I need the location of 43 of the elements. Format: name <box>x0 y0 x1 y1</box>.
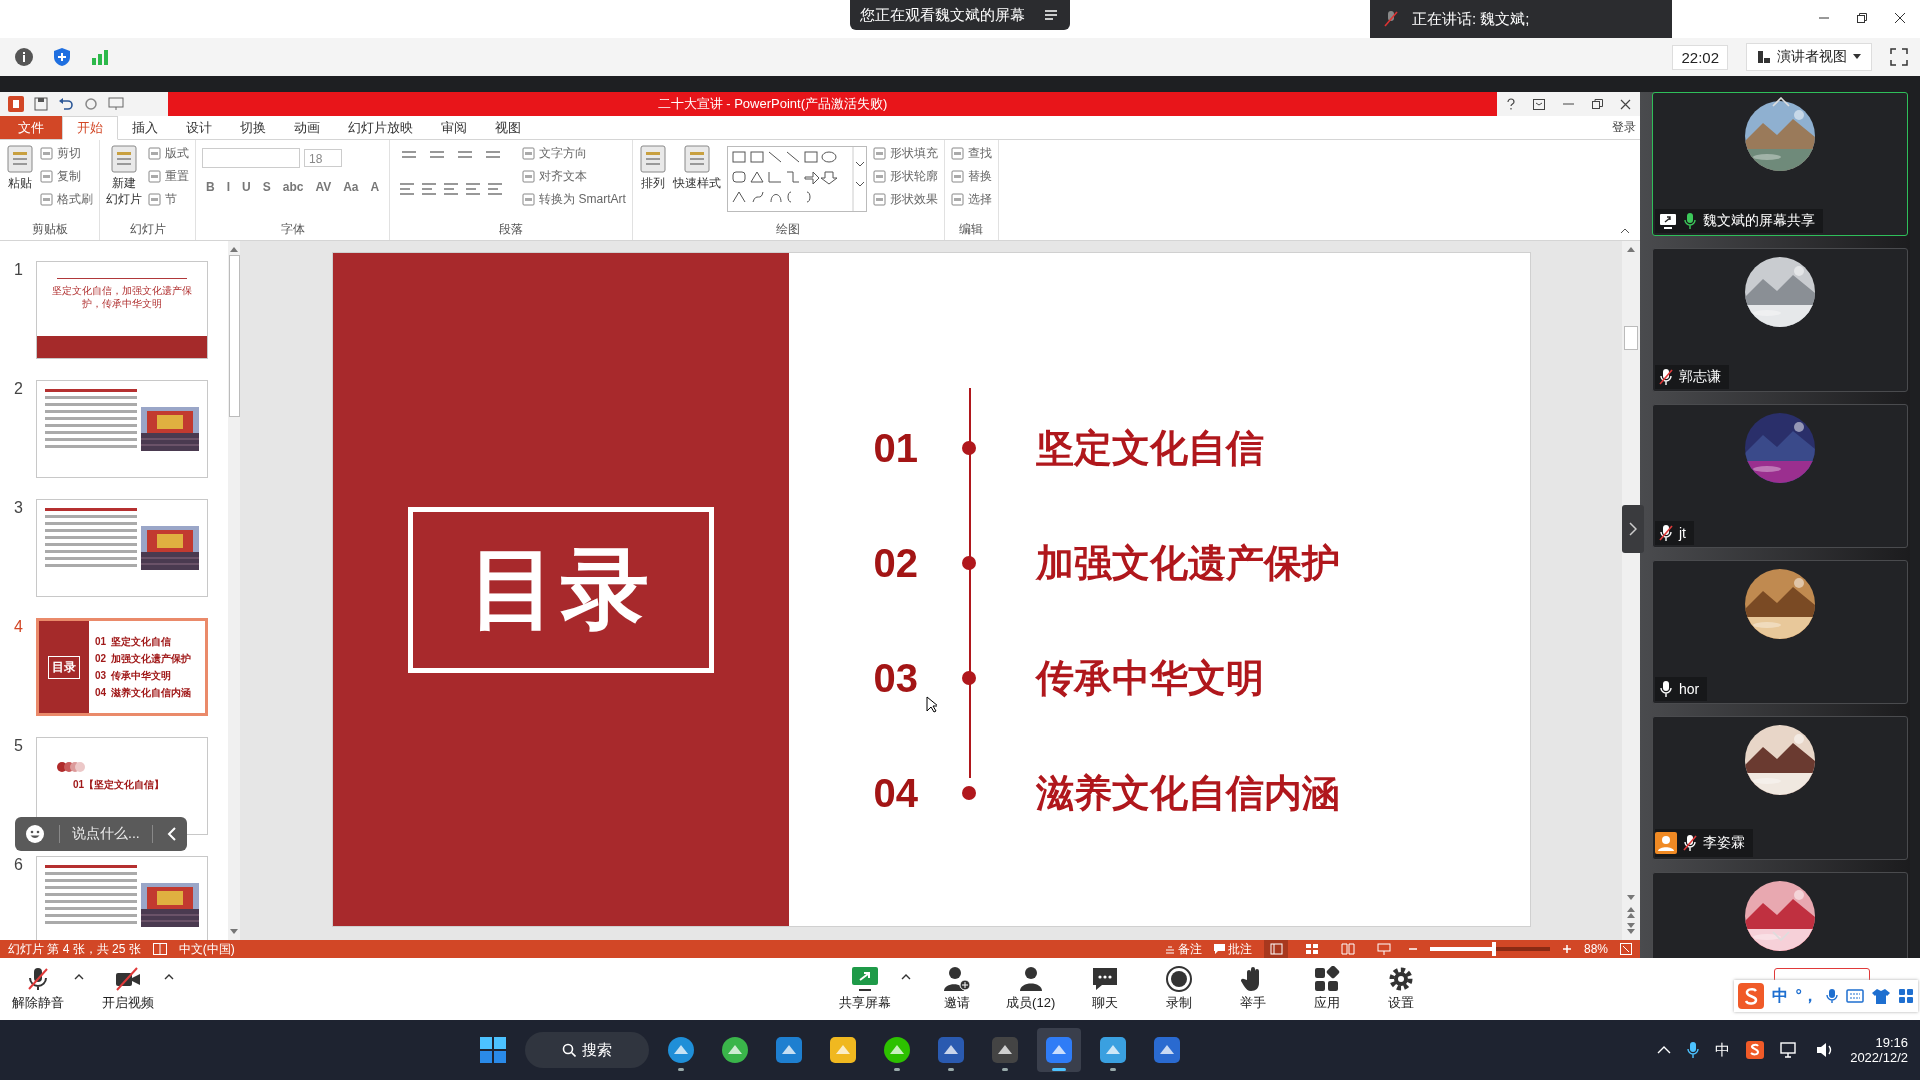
group-label: 段落 <box>498 221 524 238</box>
meeting-timer: 22:02 <box>1672 44 1728 70</box>
participant-name: 魏文斌的屏幕共享 <box>1703 212 1815 230</box>
thumbnail-number: 01 <box>95 636 107 647</box>
participant-name: jt <box>1679 525 1686 541</box>
slide-number: 1 <box>14 261 24 280</box>
agenda-item: 加强文化遗产保护 <box>1035 540 1340 586</box>
slide-number: 6 <box>14 856 24 875</box>
agenda-item: 滋养文化自信内涵 <box>1035 770 1340 816</box>
agenda-item: 传承中华文明 <box>1035 655 1264 701</box>
speaking-text: 正在讲话: 魏文斌; <box>1412 9 1530 29</box>
participant-name: 李姿霖 <box>1703 834 1745 852</box>
thumbnail-heading: 目录 <box>48 655 80 679</box>
slide-number: 3 <box>14 499 24 518</box>
slide-number: 2 <box>14 380 24 399</box>
thumbnail-number: 02 <box>95 653 107 664</box>
slide-heading: 目录 <box>468 538 653 640</box>
item-number: 02 <box>873 540 919 586</box>
participant-name: hor <box>1679 681 1700 697</box>
thumbnail-item: 滋养文化自信内涵 <box>111 687 192 698</box>
thumbnail-number: 03 <box>95 670 107 681</box>
item-number: 01 <box>873 425 919 471</box>
thumbnail-item: 加强文化遗产保护 <box>111 653 192 664</box>
group-label: 幻灯片 <box>128 221 167 238</box>
thumbnail-item: 传承中华文明 <box>111 670 172 681</box>
item-number: 03 <box>873 655 919 701</box>
thumbnail-title: 01【坚定文化自信】 <box>73 778 165 792</box>
thumbnail-item: 坚定文化自信 <box>111 636 172 647</box>
item-number: 04 <box>873 770 919 816</box>
group-label: 剪贴板 <box>30 221 69 238</box>
slide-number: 5 <box>14 737 24 756</box>
thumbnail-number: 04 <box>95 687 107 698</box>
group-label: 字体 <box>279 221 306 238</box>
agenda-item: 坚定文化自信 <box>1035 425 1264 471</box>
thumbnail-title: 坚定文化自信，加强文化遗产保护，传承中华文明 <box>51 285 193 310</box>
banner-text: 您正在观看魏文斌的屏幕 <box>860 5 1025 25</box>
slide-counter: 幻灯片 第 4 张，共 25 张 <box>8 940 141 958</box>
group-label: 绘图 <box>775 221 802 238</box>
chat-placeholder: 说点什么... <box>59 825 153 843</box>
group-label: 编辑 <box>958 221 985 238</box>
slide-number: 4 <box>14 618 24 637</box>
window-title: 二十大宣讲 - PowerPoint(产品激活失败) <box>168 92 1497 116</box>
participant-name: 郭志谦 <box>1679 368 1721 386</box>
